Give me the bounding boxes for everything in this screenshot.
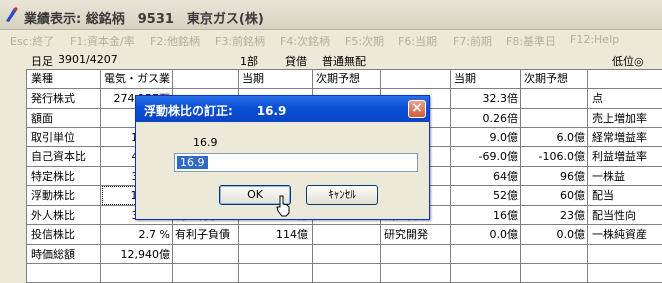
chart-type: 日足 bbox=[31, 55, 53, 68]
row-current: 9.0億 bbox=[489, 131, 519, 144]
row-metric: 配当 bbox=[592, 189, 614, 202]
close-icon[interactable]: × bbox=[408, 100, 426, 118]
row-metric: 一株純資産 bbox=[592, 228, 647, 241]
header-next-forecast-2: 次期予想 bbox=[524, 72, 568, 85]
menu-esc-exit[interactable]: Esc:終了 bbox=[10, 33, 54, 49]
value-input[interactable]: 16.9 bbox=[174, 153, 418, 172]
trade-type: 貸借 bbox=[285, 55, 307, 68]
row-current: 52億 bbox=[493, 189, 518, 202]
row-metric: 点 bbox=[592, 92, 603, 105]
row-value[interactable]: 12,940億 bbox=[102, 245, 171, 264]
row-next: 6.0億 bbox=[556, 131, 586, 144]
row-value[interactable]: 2.7 % bbox=[102, 225, 170, 244]
row-current: 0.0億 bbox=[489, 228, 519, 241]
cancel-button[interactable]: ｷｬﾝｾﾙ bbox=[306, 185, 378, 205]
rank-indicator: 低位◎ bbox=[612, 55, 644, 68]
menu-f4-next-stock[interactable]: F4:次銘柄 bbox=[280, 33, 330, 49]
row-next: 23億 bbox=[560, 209, 585, 222]
row-metric: 経常増益率 bbox=[592, 131, 647, 144]
row-current: 32.3倍 bbox=[482, 92, 519, 105]
row-item: 研究開発 bbox=[384, 228, 428, 241]
row-amount: 114億 bbox=[276, 228, 308, 241]
menu-f7-prev-term[interactable]: F7:前期 bbox=[453, 33, 492, 49]
row-current: 16億 bbox=[493, 209, 518, 222]
header-current-term: 当期 bbox=[242, 72, 264, 85]
row-next: -106.0億 bbox=[538, 150, 585, 163]
row-metric: 利益増益率 bbox=[592, 150, 647, 163]
menu-f12-help[interactable]: F12:Help bbox=[570, 33, 619, 46]
row-next: 96億 bbox=[560, 170, 585, 183]
row-item: 有利子負債 bbox=[175, 228, 230, 241]
menu-f3-prev-stock[interactable]: F3:前銘柄 bbox=[215, 33, 265, 49]
row-label: 時価総額 bbox=[31, 248, 75, 261]
row-metric: 配当性向 bbox=[592, 209, 636, 222]
menu-f5-next-term[interactable]: F5:次期 bbox=[345, 33, 384, 49]
info-bar: 日足 3901/4207 1部 貸借 普通無配 低位◎ bbox=[0, 49, 662, 69]
input-selected-text: 16.9 bbox=[177, 156, 208, 169]
row-current: -69.0億 bbox=[478, 150, 518, 163]
header-sector-label: 業種 bbox=[31, 72, 53, 85]
row-label: 自己資本比 bbox=[31, 150, 86, 163]
row-label: 浮動株比 bbox=[31, 189, 75, 202]
menu-f2-other-stock[interactable]: F2:他銘柄 bbox=[150, 33, 200, 49]
header-current-term-2: 当期 bbox=[454, 72, 476, 85]
menu-f8-base-date[interactable]: F8:基準日 bbox=[506, 33, 556, 49]
row-metric: 一株益 bbox=[592, 170, 625, 183]
row-current: 0.26倍 bbox=[482, 112, 519, 125]
market-section: 1部 bbox=[240, 55, 258, 68]
dialog-title-bar: 浮動株比の訂正: 16.9 × bbox=[136, 96, 429, 122]
dividend-status: 普通無配 bbox=[322, 55, 366, 68]
header-sector-value: 電気・ガス業 bbox=[104, 72, 170, 85]
range-indicator: 3901/4207 bbox=[58, 53, 118, 66]
row-label: 額面 bbox=[31, 112, 53, 125]
window-title: 業績表示: 総銘柄 9531 東京ガス(株) bbox=[24, 12, 264, 27]
row-label: 特定株比 bbox=[31, 170, 75, 183]
current-value-label: 16.9 bbox=[193, 136, 218, 149]
row-current: 64億 bbox=[493, 170, 518, 183]
header-next-forecast: 次期予想 bbox=[316, 72, 360, 85]
menu-f6-current-term[interactable]: F6:当期 bbox=[398, 33, 437, 49]
row-label: 外人株比 bbox=[31, 209, 75, 222]
row-label: 取引単位 bbox=[31, 131, 75, 144]
menu-f1-capital[interactable]: F1:資本金/率 bbox=[70, 33, 135, 49]
mouse-cursor-icon bbox=[276, 195, 290, 217]
row-metric: 売上増加率 bbox=[592, 112, 647, 125]
title-bar: 業績表示: 総銘柄 9531 東京ガス(株) bbox=[0, 0, 662, 30]
row-label: 発行株式 bbox=[31, 92, 75, 105]
dialog-title: 浮動株比の訂正: 16.9 bbox=[144, 104, 287, 118]
function-key-bar: Esc:終了 F1:資本金/率 F2:他銘柄 F3:前銘柄 F4:次銘柄 F5:… bbox=[0, 30, 662, 49]
row-next: 0.0億 bbox=[556, 228, 586, 241]
row-next: 60億 bbox=[560, 189, 585, 202]
app-icon bbox=[6, 7, 18, 22]
row-label: 投信株比 bbox=[31, 228, 75, 241]
